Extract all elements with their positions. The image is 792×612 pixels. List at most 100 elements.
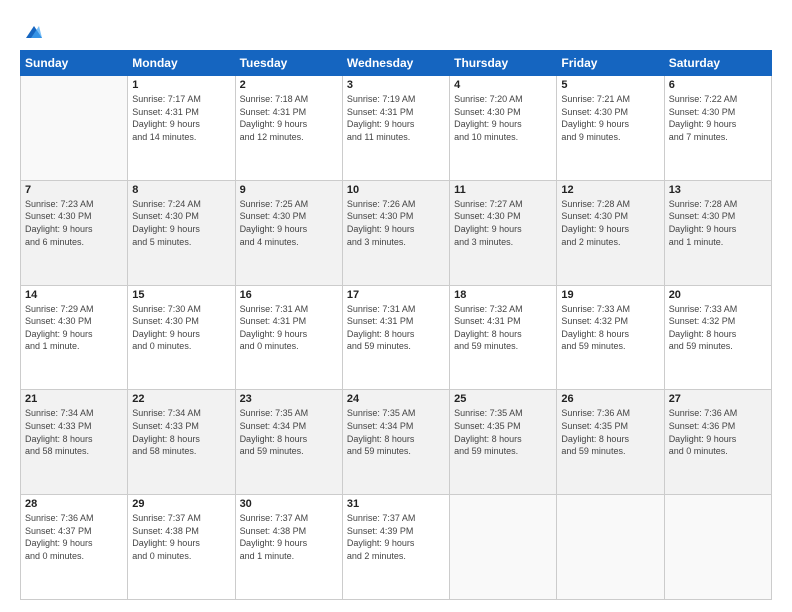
calendar-cell: 22 Sunrise: 7:34 AM Sunset: 4:33 PM Dayli… — [128, 390, 235, 495]
calendar-table: SundayMondayTuesdayWednesdayThursdayFrid… — [20, 50, 772, 600]
calendar-cell: 29 Sunrise: 7:37 AM Sunset: 4:38 PM Dayli… — [128, 495, 235, 600]
day-number: 2 — [240, 79, 338, 91]
calendar-cell: 2 Sunrise: 7:18 AM Sunset: 4:31 PM Daylig… — [235, 76, 342, 181]
weekday-header-tuesday: Tuesday — [235, 51, 342, 76]
day-info: Sunrise: 7:17 AM Sunset: 4:31 PM Dayligh… — [132, 93, 230, 143]
day-number: 27 — [669, 393, 767, 405]
calendar-cell: 5 Sunrise: 7:21 AM Sunset: 4:30 PM Daylig… — [557, 76, 664, 181]
weekday-header-friday: Friday — [557, 51, 664, 76]
day-info: Sunrise: 7:33 AM Sunset: 4:32 PM Dayligh… — [669, 303, 767, 353]
calendar-cell: 12Sunrise: 7:28 AM Sunset: 4:30 PM Dayli… — [557, 180, 664, 285]
day-number: 8 — [132, 184, 230, 196]
day-number: 23 — [240, 393, 338, 405]
day-info: Sunrise: 7:34 AM Sunset: 4:33 PM Dayligh… — [25, 407, 123, 457]
week-row-4: 28 Sunrise: 7:36 AM Sunset: 4:37 PM Dayli… — [21, 495, 772, 600]
day-number: 29 — [132, 498, 230, 510]
day-number: 20 — [669, 289, 767, 301]
day-info: Sunrise: 7:23 AM Sunset: 4:30 PM Dayligh… — [25, 198, 123, 248]
day-info: Sunrise: 7:33 AM Sunset: 4:32 PM Dayligh… — [561, 303, 659, 353]
weekday-header-row: SundayMondayTuesdayWednesdayThursdayFrid… — [21, 51, 772, 76]
logo — [20, 20, 44, 42]
calendar-cell: 1 Sunrise: 7:17 AM Sunset: 4:31 PM Daylig… — [128, 76, 235, 181]
calendar-cell: 19 Sunrise: 7:33 AM Sunset: 4:32 PM Dayli… — [557, 285, 664, 390]
day-info: Sunrise: 7:24 AM Sunset: 4:30 PM Dayligh… — [132, 198, 230, 248]
day-info: Sunrise: 7:30 AM Sunset: 4:30 PM Dayligh… — [132, 303, 230, 353]
day-info: Sunrise: 7:35 AM Sunset: 4:34 PM Dayligh… — [347, 407, 445, 457]
day-info: Sunrise: 7:25 AM Sunset: 4:30 PM Dayligh… — [240, 198, 338, 248]
day-number: 31 — [347, 498, 445, 510]
day-number: 30 — [240, 498, 338, 510]
day-info: Sunrise: 7:20 AM Sunset: 4:30 PM Dayligh… — [454, 93, 552, 143]
day-number: 19 — [561, 289, 659, 301]
calendar-cell — [21, 76, 128, 181]
day-info: Sunrise: 7:22 AM Sunset: 4:30 PM Dayligh… — [669, 93, 767, 143]
day-info: Sunrise: 7:35 AM Sunset: 4:35 PM Dayligh… — [454, 407, 552, 457]
day-number: 4 — [454, 79, 552, 91]
calendar-cell: 6 Sunrise: 7:22 AM Sunset: 4:30 PM Daylig… — [664, 76, 771, 181]
calendar-cell: 24 Sunrise: 7:35 AM Sunset: 4:34 PM Dayli… — [342, 390, 449, 495]
header — [20, 16, 772, 42]
day-info: Sunrise: 7:18 AM Sunset: 4:31 PM Dayligh… — [240, 93, 338, 143]
weekday-header-saturday: Saturday — [664, 51, 771, 76]
day-info: Sunrise: 7:29 AM Sunset: 4:30 PM Dayligh… — [25, 303, 123, 353]
day-info: Sunrise: 7:37 AM Sunset: 4:38 PM Dayligh… — [240, 512, 338, 562]
day-number: 10 — [347, 184, 445, 196]
day-number: 15 — [132, 289, 230, 301]
calendar-cell: 7Sunrise: 7:23 AM Sunset: 4:30 PM Daylig… — [21, 180, 128, 285]
calendar-cell: 13Sunrise: 7:28 AM Sunset: 4:30 PM Dayli… — [664, 180, 771, 285]
day-number: 11 — [454, 184, 552, 196]
day-number: 25 — [454, 393, 552, 405]
day-info: Sunrise: 7:35 AM Sunset: 4:34 PM Dayligh… — [240, 407, 338, 457]
day-info: Sunrise: 7:31 AM Sunset: 4:31 PM Dayligh… — [347, 303, 445, 353]
calendar-cell: 4 Sunrise: 7:20 AM Sunset: 4:30 PM Daylig… — [450, 76, 557, 181]
calendar-cell: 25 Sunrise: 7:35 AM Sunset: 4:35 PM Dayli… — [450, 390, 557, 495]
day-info: Sunrise: 7:37 AM Sunset: 4:39 PM Dayligh… — [347, 512, 445, 562]
day-info: Sunrise: 7:26 AM Sunset: 4:30 PM Dayligh… — [347, 198, 445, 248]
calendar-cell: 8 Sunrise: 7:24 AM Sunset: 4:30 PM Daylig… — [128, 180, 235, 285]
day-info: Sunrise: 7:36 AM Sunset: 4:37 PM Dayligh… — [25, 512, 123, 562]
weekday-header-thursday: Thursday — [450, 51, 557, 76]
day-number: 16 — [240, 289, 338, 301]
weekday-header-wednesday: Wednesday — [342, 51, 449, 76]
day-info: Sunrise: 7:36 AM Sunset: 4:35 PM Dayligh… — [561, 407, 659, 457]
day-number: 12 — [561, 184, 659, 196]
calendar-cell: 18 Sunrise: 7:32 AM Sunset: 4:31 PM Dayli… — [450, 285, 557, 390]
day-number: 22 — [132, 393, 230, 405]
day-number: 6 — [669, 79, 767, 91]
day-number: 5 — [561, 79, 659, 91]
calendar-cell: 21 Sunrise: 7:34 AM Sunset: 4:33 PM Dayli… — [21, 390, 128, 495]
calendar-cell: 9 Sunrise: 7:25 AM Sunset: 4:30 PM Daylig… — [235, 180, 342, 285]
day-info: Sunrise: 7:32 AM Sunset: 4:31 PM Dayligh… — [454, 303, 552, 353]
calendar-cell: 17 Sunrise: 7:31 AM Sunset: 4:31 PM Dayli… — [342, 285, 449, 390]
weekday-header-monday: Monday — [128, 51, 235, 76]
day-number: 17 — [347, 289, 445, 301]
week-row-0: 1 Sunrise: 7:17 AM Sunset: 4:31 PM Daylig… — [21, 76, 772, 181]
day-number: 28 — [25, 498, 123, 510]
day-number: 18 — [454, 289, 552, 301]
calendar-cell: 15 Sunrise: 7:30 AM Sunset: 4:30 PM Dayli… — [128, 285, 235, 390]
calendar-cell: 11Sunrise: 7:27 AM Sunset: 4:30 PM Dayli… — [450, 180, 557, 285]
weekday-header-sunday: Sunday — [21, 51, 128, 76]
day-info: Sunrise: 7:34 AM Sunset: 4:33 PM Dayligh… — [132, 407, 230, 457]
day-number: 24 — [347, 393, 445, 405]
calendar-cell — [450, 495, 557, 600]
calendar-cell: 27 Sunrise: 7:36 AM Sunset: 4:36 PM Dayli… — [664, 390, 771, 495]
calendar-cell: 31 Sunrise: 7:37 AM Sunset: 4:39 PM Dayli… — [342, 495, 449, 600]
day-number: 1 — [132, 79, 230, 91]
day-info: Sunrise: 7:37 AM Sunset: 4:38 PM Dayligh… — [132, 512, 230, 562]
day-number: 13 — [669, 184, 767, 196]
calendar-cell: 26Sunrise: 7:36 AM Sunset: 4:35 PM Dayli… — [557, 390, 664, 495]
calendar-cell: 16 Sunrise: 7:31 AM Sunset: 4:31 PM Dayli… — [235, 285, 342, 390]
day-number: 9 — [240, 184, 338, 196]
day-info: Sunrise: 7:31 AM Sunset: 4:31 PM Dayligh… — [240, 303, 338, 353]
calendar-cell — [664, 495, 771, 600]
calendar-cell: 20 Sunrise: 7:33 AM Sunset: 4:32 PM Dayli… — [664, 285, 771, 390]
day-info: Sunrise: 7:21 AM Sunset: 4:30 PM Dayligh… — [561, 93, 659, 143]
day-info: Sunrise: 7:36 AM Sunset: 4:36 PM Dayligh… — [669, 407, 767, 457]
day-number: 21 — [25, 393, 123, 405]
calendar-cell: 14 Sunrise: 7:29 AM Sunset: 4:30 PM Dayli… — [21, 285, 128, 390]
week-row-2: 14 Sunrise: 7:29 AM Sunset: 4:30 PM Dayli… — [21, 285, 772, 390]
day-number: 14 — [25, 289, 123, 301]
page: SundayMondayTuesdayWednesdayThursdayFrid… — [0, 0, 792, 612]
calendar-cell: 3Sunrise: 7:19 AM Sunset: 4:31 PM Daylig… — [342, 76, 449, 181]
